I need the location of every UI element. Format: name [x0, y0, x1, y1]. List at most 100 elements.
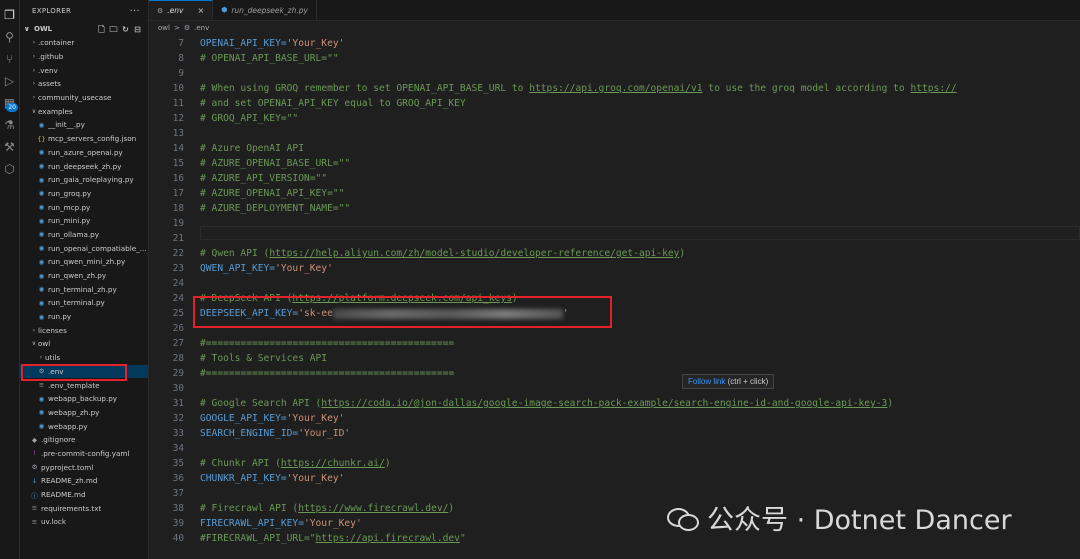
breadcrumb-file[interactable]: .env: [194, 24, 209, 32]
breadcrumb-root[interactable]: owl: [158, 24, 170, 32]
tree-item-label: README_zh.md: [41, 476, 98, 486]
tree-file[interactable]: ! .pre-commit-config.yaml: [20, 447, 148, 461]
tree-file[interactable]: ◉ webapp.py: [20, 419, 148, 433]
code-token: DEEPSEEK_API_KEY=: [200, 308, 299, 319]
tree-folder[interactable]: ∨ owl: [20, 337, 148, 351]
tree-folder[interactable]: › assets: [20, 77, 148, 91]
code-line: 10 # When using GROQ remember to set OPEN…: [149, 81, 1080, 96]
code-line: 13: [149, 126, 1080, 141]
tree-item-label: .gitignore: [41, 435, 76, 445]
tree-file[interactable]: ◉ run_qwen_zh.py: [20, 269, 148, 283]
line-number: 9: [178, 68, 184, 79]
code-link[interactable]: https://help.aliyun.com/zh/model-studio/…: [269, 248, 679, 259]
code-line: 7 OPENAI_API_KEY= 'Your_Key': [149, 36, 1080, 51]
code-link[interactable]: https://www.firecrawl.dev/: [298, 503, 448, 514]
explorer-header: EXPLORER ···: [20, 0, 148, 22]
tree-file[interactable]: ◉ webapp_zh.py: [20, 406, 148, 420]
tree-file[interactable]: ↓ README_zh.md: [20, 474, 148, 488]
tab-run-deepseek-zh[interactable]: ⬢ run_deepseek_zh.py: [213, 0, 317, 20]
collapse-all-icon[interactable]: ⊟: [133, 25, 142, 34]
extensions-badge: 20: [6, 103, 18, 112]
code-line: 24: [149, 276, 1080, 291]
tab-env[interactable]: ⚙ .env ×: [149, 0, 214, 20]
source-control-icon[interactable]: ⑂: [0, 48, 19, 70]
tree-file[interactable]: ◉ run_qwen_mini_zh.py: [20, 255, 148, 269]
chevron-right-icon: ›: [32, 39, 36, 47]
tree-item-label: licenses: [38, 325, 67, 335]
tree-file[interactable]: ≡ requirements.txt: [20, 501, 148, 515]
tree-file[interactable]: ⚙ .env: [20, 364, 148, 379]
python-file-icon: ⬢: [221, 6, 228, 14]
extensions-icon[interactable]: ▦20: [0, 92, 19, 114]
tree-folder[interactable]: › .container: [20, 36, 148, 50]
tree-item-label: run_azure_openai.py: [48, 147, 123, 157]
code-link[interactable]: https://coda.io/@jon-dallas/google-image…: [321, 398, 887, 409]
explorer-icon[interactable]: ❐: [0, 4, 19, 26]
tree-file[interactable]: ◉ run_openai_compatiable_...: [20, 241, 148, 255]
text-file-icon: ≡: [38, 381, 45, 390]
code-line: 28 # Tools & Services API: [149, 351, 1080, 366]
tree-file[interactable]: ◉ run_terminal.py: [20, 296, 148, 310]
tree-folder[interactable]: › .venv: [20, 63, 148, 77]
code-token: CHUNKR_API_KEY=: [200, 473, 287, 484]
tree-file[interactable]: ≡ uv.lock: [20, 515, 148, 529]
new-file-icon[interactable]: 🗋: [97, 25, 106, 34]
line-number: 13: [172, 128, 184, 139]
tree-folder[interactable]: › community_usecase: [20, 91, 148, 105]
code-token: # Chunkr API (: [200, 458, 281, 469]
tree-item-label: .container: [38, 38, 75, 48]
tree-file[interactable]: ◉ run_mini.py: [20, 214, 148, 228]
docker-icon[interactable]: ⬡: [0, 158, 19, 180]
tree-file[interactable]: ◉ run_azure_openai.py: [20, 146, 148, 160]
python-file-icon: ◉: [38, 285, 45, 294]
line-number: 7: [178, 38, 184, 49]
gear-icon: ⚙: [183, 24, 191, 32]
tree-file[interactable]: ◉ run_terminal_zh.py: [20, 282, 148, 296]
refresh-icon[interactable]: ↻: [121, 25, 130, 34]
run-debug-icon[interactable]: ▷: [0, 70, 19, 92]
tree-file[interactable]: ⓘ README.md: [20, 488, 148, 502]
code-editor[interactable]: 7 OPENAI_API_KEY= 'Your_Key' 8 # OPENAI_API_…: [149, 36, 1080, 559]
workspace-root[interactable]: ∨ OWL 🗋 🗀 ↻ ⊟: [20, 22, 148, 36]
search-icon[interactable]: ⚲: [0, 26, 19, 48]
tree-folder[interactable]: › .github: [20, 50, 148, 64]
chevron-right-icon: ›: [32, 94, 36, 102]
code-link[interactable]: https://: [910, 83, 956, 94]
code-token: # GROQ_API_KEY="": [200, 113, 299, 124]
tree-file[interactable]: {} mcp_servers_config.json: [20, 132, 148, 146]
code-link[interactable]: https://api.firecrawl.dev: [316, 533, 460, 544]
tree-file[interactable]: ◉ run_ollama.py: [20, 228, 148, 242]
toml-file-icon: ⚙: [31, 463, 38, 472]
python-file-icon: ◉: [38, 189, 45, 198]
tree-file[interactable]: ◉ run_groq.py: [20, 187, 148, 201]
tree-file[interactable]: ≡ .env_template: [20, 378, 148, 392]
tree-file[interactable]: ◉ run.py: [20, 310, 148, 324]
new-folder-icon[interactable]: 🗀: [109, 25, 118, 34]
line-number: 12: [172, 113, 184, 124]
line-number: 29: [172, 368, 184, 379]
code-link[interactable]: https://platform.deepseek.com/api_keys: [292, 293, 512, 304]
tree-file[interactable]: ◉ run_gaia_roleplaying.py: [20, 173, 148, 187]
tree-file[interactable]: ◉ run_deepseek_zh.py: [20, 159, 148, 173]
tree-item-label: webapp.py: [48, 421, 88, 431]
tree-file[interactable]: ⚙ pyproject.toml: [20, 460, 148, 474]
close-icon[interactable]: ×: [197, 6, 204, 15]
tree-file[interactable]: ◉ __init__.py: [20, 118, 148, 132]
code-line: 16 # AZURE_API_VERSION="": [149, 171, 1080, 186]
code-link[interactable]: https://api.groq.com/openai/v1: [529, 83, 702, 94]
tree-file[interactable]: ◉ webapp_backup.py: [20, 392, 148, 406]
code-link[interactable]: https://chunkr.ai/: [281, 458, 385, 469]
line-number: 31: [172, 398, 184, 409]
follow-link-text[interactable]: Follow link: [688, 377, 725, 386]
tree-folder[interactable]: › licenses: [20, 323, 148, 337]
tree-file[interactable]: ◉ run_mcp.py: [20, 200, 148, 214]
line-number: 8: [178, 53, 184, 64]
tree-folder[interactable]: ∨ examples: [20, 104, 148, 118]
code-token: # AZURE_DEPLOYMENT_NAME="": [200, 203, 351, 214]
tree-item-label: requirements.txt: [41, 503, 102, 513]
more-actions-icon[interactable]: ···: [130, 6, 140, 17]
testing-icon[interactable]: ⚗: [0, 114, 19, 136]
tree-file[interactable]: ◆ .gitignore: [20, 433, 148, 447]
tree-folder[interactable]: › utils: [20, 351, 148, 365]
remote-icon[interactable]: ⚒: [0, 136, 19, 158]
